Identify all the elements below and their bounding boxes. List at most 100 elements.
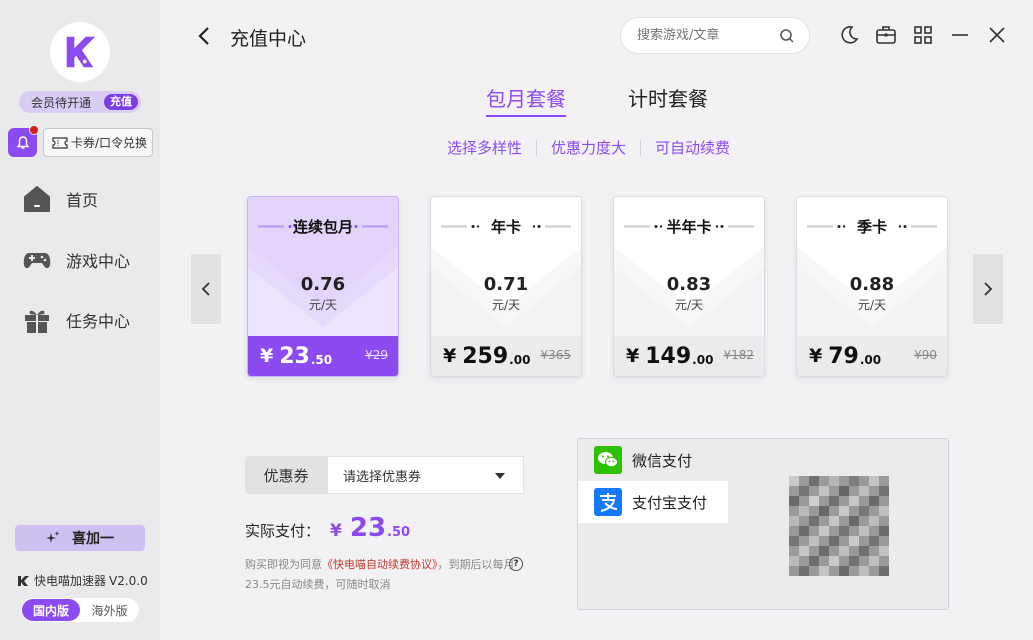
plan-card-quarterly[interactable]: 季卡 0.88 元/天 ¥ 79 .00 ¥90 xyxy=(796,196,948,377)
plan-card-yearly[interactable]: 年卡 0.71 元/天 ¥ 259 .00 ¥365 xyxy=(430,196,582,377)
nav-item-game-center[interactable]: 游戏中心 xyxy=(22,245,152,275)
feature-list: 选择多样性 优惠力度大 可自动续费 xyxy=(447,137,730,158)
plan-name: 半年卡 xyxy=(666,218,712,236)
caret-down-icon xyxy=(495,473,505,479)
nav-label-home: 首页 xyxy=(66,191,99,210)
payment-option-label: 支付宝支付 xyxy=(632,493,708,512)
back-button[interactable] xyxy=(190,22,218,50)
plan-per-day: 0.83 xyxy=(666,274,712,295)
plan-name: 连续包月 xyxy=(292,218,353,236)
region-overseas-option[interactable]: 海外版 xyxy=(80,602,139,619)
plus-one-label: 喜加一 xyxy=(72,531,114,547)
grid-icon xyxy=(914,26,932,44)
plan-per-day: 0.71 xyxy=(483,274,529,295)
nav-label-task-center: 任务中心 xyxy=(66,312,131,331)
help-icon[interactable]: ? xyxy=(509,557,523,571)
plan-per-day: 0.88 xyxy=(849,274,895,295)
plan-price-bar: ¥ 79 .00 ¥90 xyxy=(797,336,947,376)
currency-symbol: ¥ xyxy=(809,345,823,367)
region-switch[interactable]: 国内版 海外版 xyxy=(21,598,139,622)
plan-price-int: 79 xyxy=(828,343,859,369)
minimize-button[interactable] xyxy=(947,22,973,48)
plan-card-half-year[interactable]: 半年卡 0.83 元/天 ¥ 149 .00 ¥182 xyxy=(613,196,765,377)
payment-option-alipay[interactable]: 支付宝支付 xyxy=(578,481,728,523)
plan-card-monthly[interactable]: 连续包月 0.76 元/天 ¥ 23 .50 ¥29 xyxy=(247,196,399,377)
toolbox-icon xyxy=(876,26,896,44)
actual-payment-dec: .50 xyxy=(387,525,411,540)
app-name: 快电喵加速器 xyxy=(34,574,107,588)
nav-item-task-center[interactable]: 任务中心 xyxy=(22,305,152,335)
ticket-icon xyxy=(52,136,68,149)
plan-original-price: ¥29 xyxy=(365,348,388,362)
plan-price-bar: ¥ 259 .00 ¥365 xyxy=(431,336,581,376)
coupon-select-placeholder: 请选择优惠券 xyxy=(343,469,422,485)
plan-name: 年卡 xyxy=(490,218,521,236)
plan-per-day: 0.76 xyxy=(300,274,346,295)
page-title: 充值中心 xyxy=(230,28,307,50)
version-number: V2.0.0 xyxy=(109,573,148,588)
plan-price-dec: .00 xyxy=(692,353,714,367)
plan-unit: 元/天 xyxy=(857,298,887,312)
chevron-left-icon xyxy=(201,282,210,296)
vip-status-text: 会员待开通 xyxy=(31,95,92,110)
plan-price-int: 149 xyxy=(645,343,692,369)
minimize-icon xyxy=(952,34,968,36)
plan-unit: 元/天 xyxy=(308,298,338,312)
tab-timed[interactable]: 计时套餐 xyxy=(628,83,708,112)
plan-price-int: 23 xyxy=(279,343,310,369)
carousel-prev-button[interactable] xyxy=(191,254,221,324)
notification-dot xyxy=(29,125,39,135)
plan-original-price: ¥365 xyxy=(540,348,571,362)
actual-payment-int: 23 xyxy=(349,513,387,543)
currency-symbol: ¥ xyxy=(443,345,457,367)
plan-price-int: 259 xyxy=(462,343,509,369)
agreement-text: 购买即视为同意《快电喵自动续费协议》，到期后以每月23.5元自动续费，可随时取消 xyxy=(245,555,530,595)
gift-icon xyxy=(25,310,49,333)
feature-divider xyxy=(536,139,538,156)
nav-item-home[interactable]: 首页 xyxy=(22,184,152,214)
plan-price-dec: .00 xyxy=(509,353,531,367)
nav-label-game-center: 游戏中心 xyxy=(66,252,131,271)
close-icon xyxy=(989,27,1005,43)
search-icon[interactable] xyxy=(779,28,795,44)
payment-option-wechat[interactable]: 微信支付 xyxy=(578,439,728,481)
region-domestic-option[interactable]: 国内版 xyxy=(22,599,80,621)
notification-button[interactable] xyxy=(8,125,39,157)
plan-unit: 元/天 xyxy=(674,298,704,312)
theme-toggle-button[interactable] xyxy=(836,22,862,48)
moon-icon xyxy=(841,26,859,44)
coupon-select[interactable]: 请选择优惠券 xyxy=(327,456,524,494)
payment-option-label: 微信支付 xyxy=(632,451,693,470)
toolbox-button[interactable] xyxy=(873,22,899,48)
plan-original-price: ¥90 xyxy=(914,348,937,362)
coupon-exchange-label: 卡券/口令兑换 xyxy=(71,136,148,150)
search-box[interactable] xyxy=(620,17,810,54)
gamepad-icon xyxy=(23,253,51,269)
coupon-exchange-button[interactable]: 卡券/口令兑换 xyxy=(43,128,153,157)
apps-menu-button[interactable] xyxy=(910,22,936,48)
feature-divider xyxy=(640,139,642,156)
close-button[interactable] xyxy=(984,22,1010,48)
agreement-prefix: 购买即视为同意 xyxy=(245,558,322,571)
auto-renew-agreement-link[interactable]: 《快电喵自动续费协议》 xyxy=(322,558,438,571)
plan-price-bar: ¥ 23 .50 ¥29 xyxy=(248,336,398,376)
app-logo xyxy=(50,22,110,82)
plan-unit: 元/天 xyxy=(491,298,521,312)
coupon-label: 优惠券 xyxy=(245,456,327,494)
feature-item: 可自动续费 xyxy=(655,139,731,157)
sidebar: 会员待开通 充值 卡券/口令兑换 首页 游戏中心 任务中心 喜加一 快电喵加速器… xyxy=(0,0,160,640)
actual-payment: 实际支付： ¥ 23 .50 xyxy=(245,513,410,543)
tab-monthly[interactable]: 包月套餐 xyxy=(486,83,566,117)
sparkle-icon xyxy=(46,531,60,543)
actual-payment-currency: ¥ xyxy=(330,521,342,541)
logo-k-icon xyxy=(66,36,96,68)
home-icon xyxy=(24,186,50,212)
search-input[interactable] xyxy=(637,28,767,43)
feature-item: 选择多样性 xyxy=(447,139,523,157)
carousel-next-button[interactable] xyxy=(973,254,1003,324)
plus-one-button[interactable]: 喜加一 xyxy=(15,525,145,551)
currency-symbol: ¥ xyxy=(626,345,640,367)
payment-qr-code xyxy=(789,476,889,576)
recharge-button[interactable]: 充值 xyxy=(104,94,138,110)
plan-original-price: ¥182 xyxy=(723,348,754,362)
